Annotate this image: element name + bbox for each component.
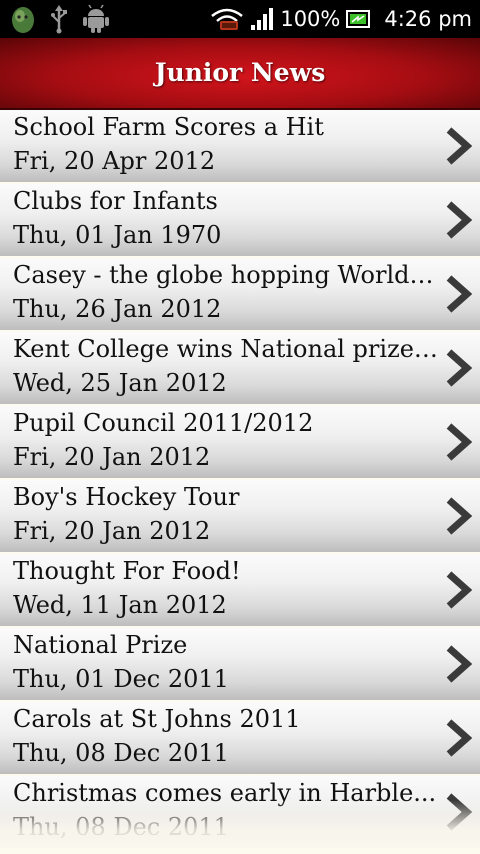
android-icon bbox=[82, 4, 110, 34]
usb-icon bbox=[50, 4, 68, 34]
news-item-title: National Prize bbox=[13, 631, 188, 659]
title-bar: Junior News bbox=[0, 38, 480, 110]
news-list[interactable]: School Farm Scores a Hit Fri, 20 Apr 201… bbox=[0, 110, 480, 854]
news-item-date: Thu, 08 Dec 2011 bbox=[13, 739, 229, 767]
news-item-title: Casey - the globe hopping World ... bbox=[13, 261, 438, 289]
news-item[interactable]: Clubs for Infants Thu, 01 Jan 1970 bbox=[0, 184, 480, 256]
news-item[interactable]: Kent College wins National prize ... Wed… bbox=[0, 332, 480, 404]
chevron-right-icon bbox=[446, 571, 472, 609]
android-debug-icon bbox=[10, 4, 36, 34]
signal-icon bbox=[250, 7, 274, 31]
chevron-right-icon bbox=[446, 349, 472, 387]
page-title: Junior News bbox=[154, 58, 326, 87]
news-item-date: Thu, 08 Dec 2011 bbox=[13, 813, 229, 841]
chevron-right-icon bbox=[446, 793, 472, 831]
chevron-right-icon bbox=[446, 201, 472, 239]
news-item-title: Christmas comes early in Harble... bbox=[13, 779, 437, 807]
news-item-title: School Farm Scores a Hit bbox=[13, 113, 324, 141]
news-item-date: Wed, 25 Jan 2012 bbox=[13, 369, 227, 397]
chevron-right-icon bbox=[446, 127, 472, 165]
chevron-right-icon bbox=[446, 645, 472, 683]
news-item-date: Fri, 20 Apr 2012 bbox=[13, 147, 216, 175]
news-item-title: Pupil Council 2011/2012 bbox=[13, 409, 314, 437]
news-item-title: Thought For Food! bbox=[13, 557, 241, 585]
chevron-right-icon bbox=[446, 423, 472, 461]
news-item[interactable]: National Prize Thu, 01 Dec 2011 bbox=[0, 628, 480, 700]
news-item-date: Fri, 20 Jan 2012 bbox=[13, 517, 211, 545]
news-item[interactable]: Christmas comes early in Harble... Thu, … bbox=[0, 776, 480, 848]
news-item-title: Kent College wins National prize ... bbox=[13, 335, 438, 363]
status-left-icons bbox=[10, 4, 110, 34]
news-item-date: Fri, 20 Jan 2012 bbox=[13, 443, 211, 471]
news-item-date: Thu, 26 Jan 2012 bbox=[13, 295, 222, 323]
news-item[interactable]: Casey - the globe hopping World ... Thu,… bbox=[0, 258, 480, 330]
news-item-date: Thu, 01 Dec 2011 bbox=[13, 665, 229, 693]
news-item-title: Carols at St Johns 2011 bbox=[13, 705, 301, 733]
news-item[interactable]: Pupil Council 2011/2012 Fri, 20 Jan 2012 bbox=[0, 406, 480, 478]
status-bar: 100% 4:26 pm bbox=[0, 0, 480, 38]
battery-percent: 100% bbox=[280, 7, 341, 31]
news-item[interactable]: School Farm Scores a Hit Fri, 20 Apr 201… bbox=[0, 110, 480, 182]
battery-icon bbox=[346, 8, 372, 30]
wifi-icon bbox=[210, 6, 244, 32]
clock: 4:26 pm bbox=[384, 7, 472, 31]
chevron-right-icon bbox=[446, 275, 472, 313]
news-item-title: Boy's Hockey Tour bbox=[13, 483, 240, 511]
news-item[interactable]: Thought For Food! Wed, 11 Jan 2012 bbox=[0, 554, 480, 626]
chevron-right-icon bbox=[446, 497, 472, 535]
status-right: 100% 4:26 pm bbox=[210, 0, 472, 38]
news-item[interactable]: Boy's Hockey Tour Fri, 20 Jan 2012 bbox=[0, 480, 480, 552]
news-item-date: Thu, 01 Jan 1970 bbox=[13, 221, 222, 249]
news-item-date: Wed, 11 Jan 2012 bbox=[13, 591, 227, 619]
chevron-right-icon bbox=[446, 719, 472, 757]
news-item[interactable]: Carols at St Johns 2011 Thu, 08 Dec 2011 bbox=[0, 702, 480, 774]
news-item-title: Clubs for Infants bbox=[13, 187, 218, 215]
